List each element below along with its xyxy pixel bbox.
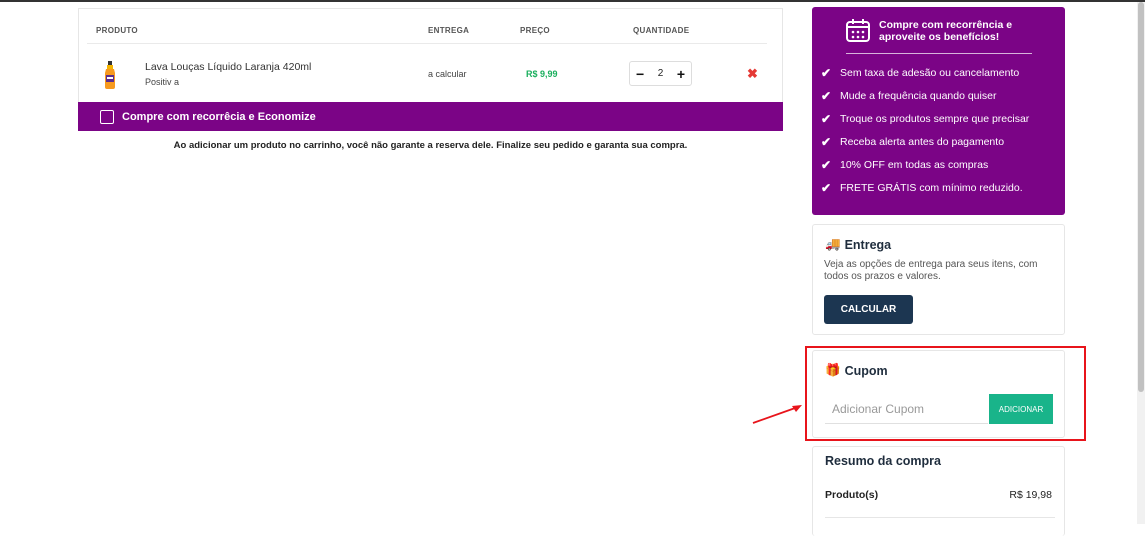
benefit-item: ✔ 10% OFF em todas as compras <box>821 158 988 172</box>
calendar-icon <box>846 19 870 42</box>
quantity-value[interactable]: 2 <box>658 68 664 79</box>
benefit-item: ✔ FRETE GRÁTIS com mínimo reduzido. <box>821 181 1023 195</box>
check-icon: ✔ <box>821 181 832 195</box>
page-scrollbar[interactable] <box>1137 2 1145 524</box>
benefits-title: Compre com recorrência e aproveite os be… <box>879 19 1013 43</box>
coupon-highlight-box <box>805 346 1086 441</box>
decrease-quantity-button[interactable]: − <box>636 67 644 81</box>
benefit-item: ✔ Sem taxa de adesão ou cancelamento <box>821 66 1019 80</box>
delivery-card: 🚚 Entrega Veja as opções de entrega para… <box>812 224 1065 335</box>
check-icon: ✔ <box>821 112 832 126</box>
remove-item-icon[interactable]: ✖ <box>747 66 758 82</box>
truck-icon: 🚚 <box>825 237 841 251</box>
delivery-value: a calcular <box>428 69 467 79</box>
check-icon: ✔ <box>821 66 832 80</box>
delivery-title: 🚚 Entrega <box>825 237 891 252</box>
check-icon: ✔ <box>821 158 832 172</box>
recurrence-label[interactable]: Compre com recorrêcia e Economize <box>122 111 316 123</box>
benefit-item: ✔ Troque os produtos sempre que precisar <box>821 112 1029 126</box>
increase-quantity-button[interactable]: + <box>677 67 685 81</box>
benefit-text: Receba alerta antes do pagamento <box>840 136 1005 148</box>
benefit-text: Mude a frequência quando quiser <box>840 90 997 102</box>
cart-table: PRODUTO ENTREGA PREÇO QUANTIDADE Lava Lo… <box>78 8 783 102</box>
check-icon: ✔ <box>821 135 832 149</box>
product-thumbnail[interactable] <box>103 61 117 89</box>
recurrence-benefits-box: Compre com recorrência e aproveite os be… <box>812 7 1065 215</box>
product-name[interactable]: Lava Louças Líquido Laranja 420ml <box>145 61 311 73</box>
scrollbar-thumb[interactable] <box>1138 2 1144 392</box>
header-delivery: ENTREGA <box>428 26 470 35</box>
summary-products-value: R$ 19,98 <box>1009 489 1052 501</box>
summary-products-label: Produto(s) <box>825 489 879 501</box>
summary-title: Resumo da compra <box>825 454 942 468</box>
benefit-item: ✔ Receba alerta antes do pagamento <box>821 135 1004 149</box>
delivery-description: Veja as opções de entrega para seus iten… <box>824 259 1038 282</box>
top-border <box>0 0 1145 2</box>
delivery-title-text: Entrega <box>844 237 892 252</box>
product-brand: Positiv a <box>145 77 180 87</box>
calculate-shipping-button[interactable]: CALCULAR <box>824 295 913 324</box>
check-icon: ✔ <box>821 89 832 103</box>
benefit-text: 10% OFF em todas as compras <box>840 159 989 171</box>
benefit-text: FRETE GRÁTIS com mínimo reduzido. <box>840 182 1023 194</box>
recurrence-checkbox[interactable] <box>100 109 114 124</box>
summary-divider <box>825 517 1055 518</box>
benefit-text: Troque os produtos sempre que precisar <box>840 113 1030 125</box>
order-summary-card: Resumo da compra Produto(s) R$ 19,98 <box>812 446 1065 536</box>
quantity-stepper: − 2 + <box>629 61 692 86</box>
recurrence-bar[interactable]: Compre com recorrêcia e Economize <box>78 102 783 131</box>
benefits-divider <box>846 53 1032 54</box>
benefit-text: Sem taxa de adesão ou cancelamento <box>840 67 1020 79</box>
annotation-arrow-icon <box>752 405 802 424</box>
header-divider <box>87 43 767 44</box>
benefit-item: ✔ Mude a frequência quando quiser <box>821 89 996 103</box>
reservation-notice: Ao adicionar um produto no carrinho, voc… <box>173 140 688 151</box>
header-product: PRODUTO <box>96 26 138 35</box>
product-price: R$ 9,99 <box>526 69 558 79</box>
header-price: PREÇO <box>520 26 550 35</box>
header-quantity: QUANTIDADE <box>633 26 690 35</box>
